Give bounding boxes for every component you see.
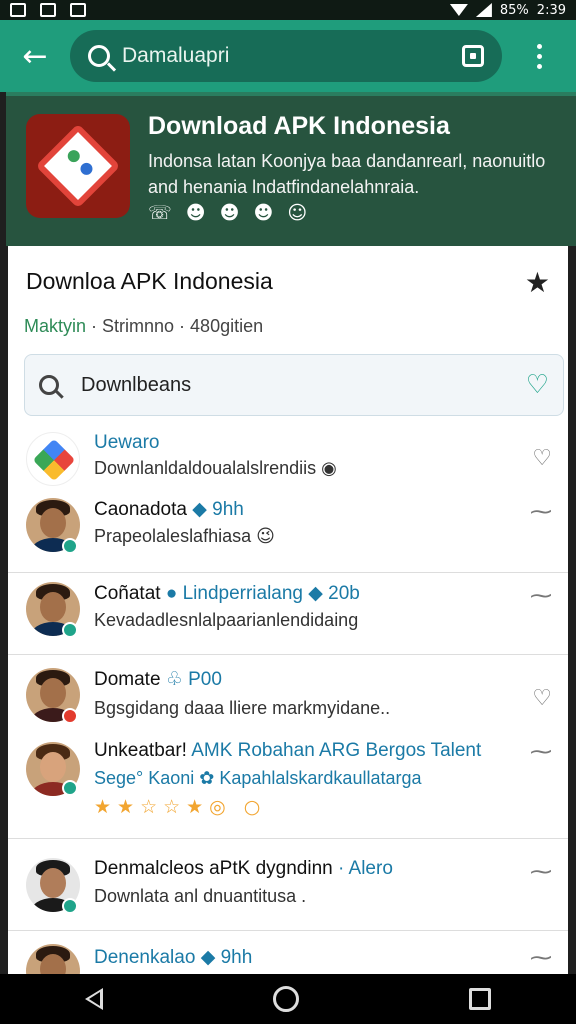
notification-icons [10, 3, 86, 17]
item-title: Denmalcleos aPtK dygndinn [94, 858, 333, 879]
notification-icon [70, 3, 86, 17]
divider [8, 838, 568, 839]
back-button[interactable]: ← [0, 20, 70, 92]
banner-emoji-row: ☏ ☻ ☻ ☻ ☺ [148, 202, 312, 224]
filter-input[interactable]: Downlbeans [81, 374, 526, 397]
item-title: Coñatat [94, 583, 161, 604]
dot-icon [536, 43, 542, 49]
divider [8, 654, 568, 655]
item-title: Domate [94, 669, 161, 690]
status-bar: 85% 2:39 [0, 0, 576, 20]
card-title: Downloa APK Indonesia [26, 268, 273, 294]
battery-level: 85% [499, 2, 529, 18]
list-item[interactable]: Coñatat ● Lindperrialang ◆ 20b Kevadadle… [8, 582, 568, 656]
banner-title: Download APK Indonesia [148, 112, 450, 140]
heart-icon[interactable]: ♡ [532, 686, 552, 711]
search-icon [88, 45, 110, 67]
nav-recents-button[interactable] [469, 988, 491, 1010]
verified-badge [62, 780, 78, 796]
clock: 2:39 [536, 2, 566, 18]
subtitle-rest: · Strimnno · 480gitien [91, 316, 264, 336]
item-meta: ● Lindperrialang ◆ 20b [165, 583, 360, 604]
divider [8, 572, 568, 573]
banner-description: Indonsa latan Koonjya baa dandanrearl, n… [148, 151, 546, 197]
app-bar: ← Damaluapri [0, 20, 576, 92]
list-item[interactable]: Caonadota ◆ 9hh Prapeolaleslafhiasa 😉 ⁓ [8, 498, 568, 572]
filter-bar[interactable]: Downlbeans ♡ [24, 354, 564, 416]
search-input[interactable]: Damaluapri [122, 44, 462, 68]
heart-icon[interactable]: ♡ [532, 446, 552, 471]
item-description: Prapeolaleslafhiasa 😉 [94, 526, 275, 546]
item-meta: AMK Robahan ARG Bergos Talent [191, 740, 482, 761]
arrow-left-icon: ← [22, 38, 48, 74]
more-options-button[interactable] [502, 20, 576, 92]
wifi-icon [449, 4, 468, 16]
item-description: Downlanldaldoualalslrendiis ◉ [94, 458, 337, 478]
status-badge [62, 708, 78, 724]
item-title: Denenkalao [94, 947, 196, 968]
nav-home-button[interactable] [273, 986, 299, 1012]
subtitle-highlight: Maktyin [24, 316, 87, 336]
nav-back-button[interactable] [85, 988, 103, 1010]
app-banner[interactable]: Download APK Indonesia Indonsa latan Koo… [6, 92, 576, 246]
search-icon [39, 375, 59, 395]
divider [8, 930, 568, 931]
item-description: Sege° Kaoni ✿ Kapahlalskardkaullatarga [94, 768, 422, 788]
more-icon[interactable]: ⁓ [530, 740, 552, 765]
item-title: Unkeatbar! [94, 740, 187, 761]
list-item[interactable]: Uewaro Downlanldaldoualalslrendiis ◉ ♡ [8, 426, 568, 496]
item-title: Caonadota [94, 499, 187, 520]
verified-badge [62, 898, 78, 914]
dot-icon [536, 63, 542, 69]
item-meta: ◆ 9hh [192, 499, 244, 520]
item-description: Bgsgidang daaa lliere markmyidane.. [94, 698, 391, 718]
item-description: Kevadadlesnlalpaarianlendidaing [94, 610, 359, 630]
signal-icon [475, 3, 492, 17]
system-nav-bar [0, 974, 576, 1024]
item-meta: ♧ P00 [165, 669, 222, 690]
item-meta: · Alero [337, 858, 393, 879]
list-item[interactable]: Domate ♧ P00 Bgsgidang daaa lliere markm… [8, 666, 568, 742]
heart-icon[interactable]: ♡ [526, 370, 549, 400]
card-subtitle: Maktyin · Strimnno · 480gitien [24, 316, 263, 337]
list-item[interactable]: Denmalcleos aPtK dygndinn · Alero Downla… [8, 856, 568, 930]
app-logo-icon [26, 114, 130, 218]
app-icon [26, 432, 80, 486]
notification-icon [10, 3, 26, 17]
scan-icon[interactable] [462, 45, 484, 67]
verified-badge [62, 538, 78, 554]
notification-icon [40, 3, 56, 17]
item-description: Downlata anl dnuantitusa . [94, 886, 307, 906]
verified-badge [62, 622, 78, 638]
item-meta: ◆ 9hh [200, 947, 253, 968]
more-icon[interactable]: ⁓ [530, 946, 552, 971]
item-title: Uewaro [94, 432, 160, 453]
star-icon[interactable]: ★ [525, 266, 550, 299]
search-bar[interactable]: Damaluapri [70, 30, 502, 82]
more-icon[interactable]: ⁓ [530, 584, 552, 609]
rating-stars: ★★☆☆★◎ ○ [94, 796, 267, 818]
avatar [26, 944, 80, 974]
list-item[interactable]: Unkeatbar! AMK Robahan ARG Bergos Talent… [8, 740, 568, 832]
list-item[interactable]: Denenkalao ◆ 9hh ⁓ [8, 944, 568, 974]
main-card: Downloa APK Indonesia ★ Maktyin · Strimn… [8, 246, 568, 974]
more-icon[interactable]: ⁓ [530, 500, 552, 525]
more-icon[interactable]: ⁓ [530, 860, 552, 885]
dot-icon [536, 53, 542, 59]
